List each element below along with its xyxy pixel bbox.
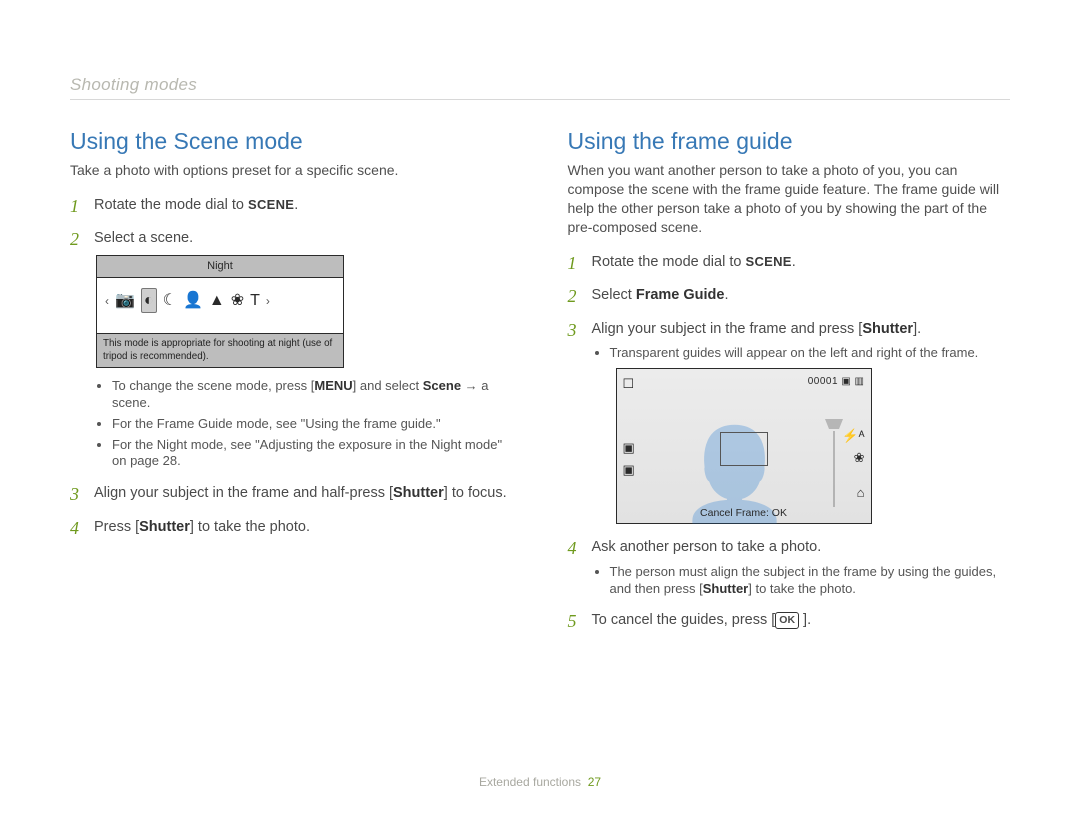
step-text: Select a scene. <box>94 230 193 246</box>
left-step-1: 1 Rotate the mode dial to SCENE. <box>70 196 513 216</box>
step-number: 1 <box>70 194 79 218</box>
scene-lcd: Night ‹ 📷 ◐ ☾ 👤 ▲ ❀ T › <box>96 255 344 368</box>
scene-label: Scene <box>423 378 461 393</box>
left-heading: Using the Scene mode <box>70 128 513 155</box>
scene-icon: T <box>250 290 260 312</box>
footer-text: Extended functions <box>479 775 581 789</box>
right-step4-sublist: The person must align the subject in the… <box>592 564 1011 598</box>
step-text: Align your subject in the frame and half… <box>94 485 393 501</box>
sub-text: To change the scene mode, press [ <box>112 378 314 393</box>
right-steps: 1 Rotate the mode dial to SCENE. 2 Selec… <box>568 253 1011 631</box>
left-step-4: 4 Press [Shutter] to take the photo. <box>70 518 513 538</box>
frame-lcd-figure: ☐ 00001 ▣ ▥ ▣ ▣ ⚡ᴬ ❀ ⌂ 👤 Cancel Frame: O… <box>594 368 1011 524</box>
left-steps: 1 Rotate the mode dial to SCENE. 2 Selec… <box>70 196 513 538</box>
left-intro: Take a photo with options preset for a s… <box>70 161 513 180</box>
chevron-right-icon: › <box>266 293 270 309</box>
content-columns: Using the Scene mode Take a photo with o… <box>70 128 1010 645</box>
shutter-label: Shutter <box>862 321 913 337</box>
scene-icon: ☾ <box>163 290 177 312</box>
step-text: Rotate the mode dial to <box>592 254 746 270</box>
right-heading: Using the frame guide <box>568 128 1011 155</box>
step-text: To cancel the guides, press [ <box>592 612 776 628</box>
page-number: 27 <box>588 775 601 789</box>
left-step-3: 3 Align your subject in the frame and ha… <box>70 484 513 504</box>
scene-lcd-figure: Night ‹ 📷 ◐ ☾ 👤 ▲ ❀ T › <box>96 255 513 368</box>
sub-item: For the Night mode, see "Adjusting the e… <box>112 437 513 471</box>
step-number: 2 <box>568 284 577 308</box>
step-text: Ask another person to take a photo. <box>592 539 822 555</box>
indicator-icon: ▣ <box>623 461 635 479</box>
sub-item: For the Frame Guide mode, see "Using the… <box>112 416 513 433</box>
chevron-left-icon: ‹ <box>105 293 109 309</box>
shutter-label: Shutter <box>139 519 190 535</box>
frame-lcd-caption: Cancel Frame: OK <box>617 506 871 520</box>
scene-icon: ❀ <box>231 290 244 312</box>
scene-icon-selected: ◐ <box>141 288 157 314</box>
step-text-tail: ] to focus. <box>444 485 507 501</box>
step-text-tail: ] to take the photo. <box>190 519 310 535</box>
step-text-tail: . <box>724 287 728 303</box>
right-column: Using the frame guide When you want anot… <box>568 128 1011 645</box>
step-text-tail: ]. <box>799 612 811 628</box>
lcd-description: This mode is appropriate for shooting at… <box>97 333 343 366</box>
right-intro: When you want another person to take a p… <box>568 161 1011 237</box>
frame-guide-lcd: ☐ 00001 ▣ ▥ ▣ ▣ ⚡ᴬ ❀ ⌂ 👤 Cancel Frame: O… <box>616 368 872 524</box>
sub-item: Transparent guides will appear on the le… <box>610 345 1011 362</box>
focus-box <box>720 432 768 466</box>
step-text: Select <box>592 287 636 303</box>
page-footer: Extended functions 27 <box>0 775 1080 789</box>
step-text: Press [ <box>94 519 139 535</box>
scene-icon: 👤 <box>183 290 203 312</box>
scene-icon: ▲ <box>209 290 225 312</box>
lcd-icons-row: ‹ 📷 ◐ ☾ 👤 ▲ ❀ T › <box>97 278 343 334</box>
step-number: 1 <box>568 251 577 275</box>
step-number: 3 <box>70 482 79 506</box>
section-label: Shooting modes <box>70 75 1010 100</box>
step-text-tail: . <box>294 197 298 213</box>
sub-text: ] and select <box>353 378 423 393</box>
step-text-tail: . <box>792 254 796 270</box>
home-icon: ⌂ <box>857 484 865 502</box>
indicator-icon: ▣ <box>623 439 635 457</box>
lamp-silhouette <box>821 411 847 507</box>
lcd-title-bar: Night <box>97 256 343 278</box>
step-text-tail: ]. <box>913 321 921 337</box>
macro-icon: ❀ <box>854 449 865 467</box>
scene-glyph: SCENE <box>745 254 791 269</box>
ok-icon: OK <box>775 612 799 628</box>
shutter-label: Shutter <box>393 485 444 501</box>
sub-item: To change the scene mode, press [MENU] a… <box>112 378 513 412</box>
left-step-2: 2 Select a scene. Night ‹ 📷 ◐ ☾ 👤 ▲ <box>70 229 513 470</box>
step-number: 3 <box>568 318 577 342</box>
left-column: Using the Scene mode Take a photo with o… <box>70 128 513 645</box>
right-step-5: 5 To cancel the guides, press [OK ]. <box>568 611 1011 631</box>
right-step-3: 3 Align your subject in the frame and pr… <box>568 320 1011 524</box>
menu-label: MENU <box>314 378 352 393</box>
right-step3-sublist: Transparent guides will appear on the le… <box>592 345 1011 362</box>
step-text: Rotate the mode dial to <box>94 197 248 213</box>
right-step-1: 1 Rotate the mode dial to SCENE. <box>568 253 1011 273</box>
step-text: Align your subject in the frame and pres… <box>592 321 863 337</box>
frame-guide-label: Frame Guide <box>636 287 725 303</box>
page: Shooting modes Using the Scene mode Take… <box>0 0 1080 675</box>
step-number: 2 <box>70 227 79 251</box>
right-step-4: 4 Ask another person to take a photo. Th… <box>568 538 1011 597</box>
sub-text: ] to take the photo. <box>748 581 856 596</box>
step-number: 4 <box>568 536 577 560</box>
scene-icon: 📷 <box>115 290 135 312</box>
step-number: 4 <box>70 516 79 540</box>
mode-icon: ☐ <box>623 375 635 393</box>
sub-item: The person must align the subject in the… <box>610 564 1011 598</box>
step-number: 5 <box>568 609 577 633</box>
shutter-label: Shutter <box>703 581 749 596</box>
right-step-2: 2 Select Frame Guide. <box>568 286 1011 306</box>
counter-battery-icon: 00001 ▣ ▥ <box>808 375 865 389</box>
left-step2-sublist: To change the scene mode, press [MENU] a… <box>94 378 513 470</box>
scene-glyph: SCENE <box>248 197 294 212</box>
